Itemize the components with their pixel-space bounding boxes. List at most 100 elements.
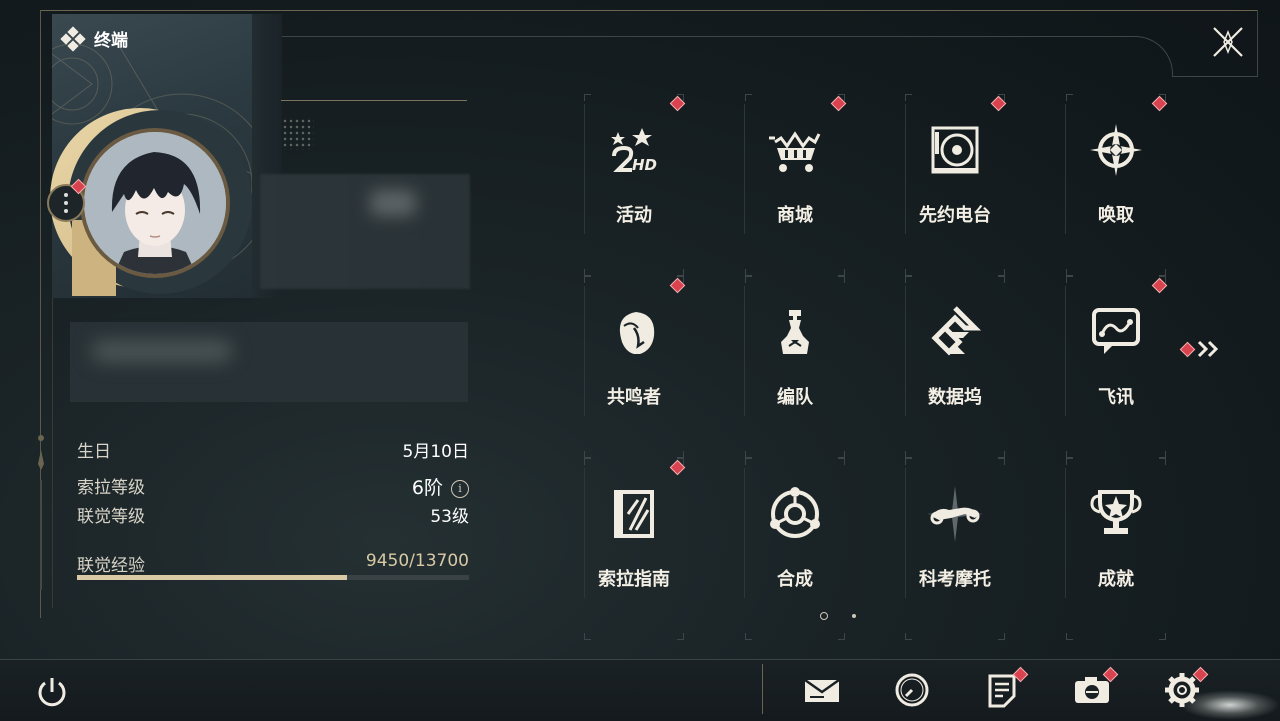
mail-icon — [802, 678, 842, 714]
menu-tile-label: 索拉指南 — [598, 569, 670, 590]
power-icon — [38, 678, 66, 707]
union-level-value: 53级 — [430, 507, 469, 527]
menu-tile-label: 唤取 — [1098, 205, 1134, 226]
tile-corner-mark — [905, 94, 912, 101]
tile-corner-mark — [1066, 451, 1073, 458]
frame-right-line — [1172, 76, 1258, 77]
sora-level-label: 索拉等级 — [77, 478, 145, 498]
tile-corner-mark — [677, 633, 684, 640]
tile-corner-mark — [1066, 633, 1073, 640]
bottom-separator — [762, 664, 763, 714]
camera-icon — [1072, 677, 1112, 714]
menu-tile-1[interactable]: HD 活动 — [554, 94, 714, 276]
clock-button[interactable] — [892, 670, 932, 710]
tile-separator — [1065, 104, 1066, 234]
menu-tile-label: 数据坞 — [928, 387, 982, 408]
tile-corner-mark — [745, 94, 752, 101]
menu-tile-8[interactable]: 飞讯 — [1036, 276, 1196, 458]
motorcycle-icon — [925, 484, 985, 544]
settings-gear-icon — [1162, 673, 1202, 714]
tile-corner-mark — [1159, 458, 1166, 465]
guide-book-icon — [604, 484, 664, 544]
achievement-trophy-icon — [1086, 484, 1146, 544]
sora-level-row: 索拉等级 6阶 i — [77, 473, 469, 500]
tile-corner-mark — [998, 633, 1005, 640]
menu-tile-6[interactable]: 编队 — [715, 276, 875, 458]
tile-corner-mark — [838, 451, 845, 458]
tile-corner-mark — [905, 269, 912, 276]
tile-separator — [1065, 468, 1066, 598]
tile-corner-mark — [905, 458, 912, 465]
birthday-value: 5月10日 — [402, 442, 469, 462]
menu-tile-label: 飞讯 — [1098, 387, 1134, 408]
signature-blurred[interactable] — [70, 322, 468, 402]
tile-corner-mark — [1159, 633, 1166, 640]
menu-tile-12[interactable]: 成就 — [1036, 458, 1196, 640]
more-dots-icon — [64, 191, 68, 215]
frame-right-vline — [1257, 10, 1258, 76]
sora-level-value-group: 6阶 i — [412, 473, 469, 500]
tile-corner-mark — [838, 269, 845, 276]
notice-button[interactable] — [982, 666, 1029, 710]
tile-corner-mark — [838, 276, 845, 283]
tile-corner-mark — [1066, 94, 1073, 101]
power-button[interactable] — [34, 674, 70, 710]
next-page-button[interactable] — [1179, 340, 1221, 358]
synthesis-icon — [765, 484, 825, 544]
tile-corner-mark — [998, 451, 1005, 458]
resonator-portrait-icon — [604, 302, 664, 362]
camera-button[interactable] — [1072, 666, 1119, 710]
mail-button[interactable] — [802, 670, 842, 710]
menu-tile-label: 编队 — [777, 387, 813, 408]
union-exp-value: 9450/13700 — [365, 551, 469, 571]
settings-gear-button[interactable] — [1162, 666, 1209, 710]
tile-separator — [584, 286, 585, 416]
next-page-badge-icon — [1179, 341, 1196, 357]
frame-top-curve — [210, 36, 1173, 77]
menu-tile-label: 科考摩托 — [919, 569, 991, 590]
tile-separator — [905, 468, 906, 598]
svg-text:HD: HD — [632, 156, 657, 174]
avatar[interactable] — [80, 128, 230, 278]
menu-tile-11[interactable]: 科考摩托 — [875, 458, 1035, 640]
menu-tile-7[interactable]: 数据坞 — [875, 276, 1035, 458]
page-indicator — [820, 612, 856, 620]
compass-star-icon — [1086, 120, 1146, 180]
chess-team-icon — [765, 302, 825, 362]
radio-turntable-icon — [925, 120, 985, 180]
tile-corner-mark — [584, 633, 591, 640]
tile-corner-mark — [905, 633, 912, 640]
notice-icon — [982, 674, 1022, 714]
menu-tile-label: 成就 — [1098, 569, 1134, 590]
union-exp-fill — [77, 575, 348, 580]
page-dot[interactable] — [852, 614, 856, 618]
menu-tile-label: 活动 — [616, 205, 652, 226]
clock-icon — [892, 673, 932, 714]
menu-tile-3[interactable]: 先约电台 — [875, 94, 1035, 276]
player-name-blurred — [260, 174, 470, 289]
double-chevron-right-icon — [1197, 340, 1219, 358]
tile-corner-mark — [745, 451, 752, 458]
tile-corner-mark — [905, 276, 912, 283]
menu-tile-label: 合成 — [777, 569, 813, 590]
frame-top-line — [40, 10, 1258, 11]
tile-corner-mark — [998, 458, 1005, 465]
menu-tile-2[interactable]: 商城 — [715, 94, 875, 276]
tile-corner-mark — [745, 633, 752, 640]
page-dot-active[interactable] — [820, 612, 828, 620]
info-icon[interactable]: i — [451, 479, 469, 498]
union-exp-bar — [77, 575, 469, 580]
menu-tile-4[interactable]: 唤取 — [1036, 94, 1196, 276]
union-exp-row: 联觉经验 9450/13700 — [77, 551, 469, 576]
page-title: 终端 — [94, 31, 128, 51]
menu-tile-9[interactable]: 索拉指南 — [554, 458, 714, 640]
tile-corner-mark — [998, 276, 1005, 283]
tile-corner-mark — [745, 458, 752, 465]
close-button[interactable] — [1210, 24, 1246, 60]
tile-corner-mark — [1066, 458, 1073, 465]
menu-tile-label: 先约电台 — [919, 205, 991, 226]
birthday-row: 生日 5月10日 — [77, 437, 469, 462]
menu-tile-5[interactable]: 共鸣者 — [554, 276, 714, 458]
menu-tile-label: 共鸣者 — [607, 387, 661, 408]
tile-separator — [744, 104, 745, 234]
